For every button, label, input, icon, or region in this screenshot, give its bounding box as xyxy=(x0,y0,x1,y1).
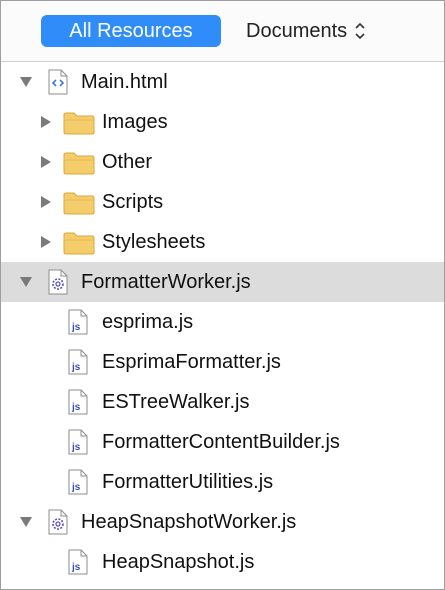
resources-panel: All Resources Documents Main.html Images… xyxy=(0,0,445,590)
folder-icon xyxy=(63,152,95,175)
disclosure-collapsed-icon[interactable] xyxy=(39,235,53,249)
tree-label: Images xyxy=(102,111,168,133)
all-resources-button[interactable]: All Resources xyxy=(41,15,221,47)
tree-row-esprima-js[interactable]: js esprima.js xyxy=(1,302,444,342)
javascript-file-icon: js xyxy=(68,349,88,375)
resources-header: All Resources Documents xyxy=(1,1,444,62)
svg-text:js: js xyxy=(71,442,81,453)
disclosure-expanded-icon[interactable] xyxy=(19,515,33,529)
documents-select-label: Documents xyxy=(246,20,348,42)
tree-label: FormatterWorker.js xyxy=(81,271,251,293)
javascript-file-icon: js xyxy=(68,549,88,575)
tree-label: HeapSnapshot.js xyxy=(102,551,255,573)
tree-row-images-folder[interactable]: Images xyxy=(1,102,444,142)
tree-label: Main.html xyxy=(81,71,168,93)
tree-row-other-folder[interactable]: Other xyxy=(1,142,444,182)
folder-icon xyxy=(63,192,95,215)
disclosure-collapsed-icon[interactable] xyxy=(39,115,53,129)
svg-text:js: js xyxy=(71,482,81,493)
disclosure-collapsed-icon[interactable] xyxy=(39,195,53,209)
tree-label: Stylesheets xyxy=(102,231,206,253)
tree-label: ESTreeWalker.js xyxy=(102,391,250,413)
folder-icon xyxy=(63,112,95,135)
javascript-file-icon: js xyxy=(68,309,88,335)
tree-label: HeapSnapshotWorker.js xyxy=(81,511,297,533)
svg-text:js: js xyxy=(71,362,81,373)
tree-label: FormatterContentBuilder.js xyxy=(102,431,340,453)
tree-row-formatter-utilities-js[interactable]: js FormatterUtilities.js xyxy=(1,462,444,502)
worker-gear-icon xyxy=(48,269,68,295)
worker-gear-icon xyxy=(48,509,68,535)
tree-row-estreewalker-js[interactable]: js ESTreeWalker.js xyxy=(1,382,444,422)
folder-icon xyxy=(63,232,95,255)
disclosure-collapsed-icon[interactable] xyxy=(39,155,53,169)
tree-row-main-html[interactable]: Main.html xyxy=(1,62,444,102)
javascript-file-icon: js xyxy=(68,469,88,495)
documents-select[interactable]: Documents xyxy=(246,15,365,47)
javascript-file-icon: js xyxy=(68,389,88,415)
html-document-icon xyxy=(48,69,68,95)
disclosure-expanded-icon[interactable] xyxy=(19,275,33,289)
tree-row-formatter-worker[interactable]: FormatterWorker.js xyxy=(1,262,444,302)
tree-row-heap-snapshot-js[interactable]: js HeapSnapshot.js xyxy=(1,542,444,582)
tree-label: esprima.js xyxy=(102,311,194,333)
tree-row-formatter-content-builder-js[interactable]: js FormatterContentBuilder.js xyxy=(1,422,444,462)
svg-text:js: js xyxy=(71,322,81,333)
up-down-chevron-icon xyxy=(355,22,365,40)
svg-text:js: js xyxy=(71,562,81,573)
tree-row-scripts-folder[interactable]: Scripts xyxy=(1,182,444,222)
javascript-file-icon: js xyxy=(68,429,88,455)
tree-row-heap-snapshot-worker[interactable]: HeapSnapshotWorker.js xyxy=(1,502,444,542)
svg-text:js: js xyxy=(71,402,81,413)
tree-label: Scripts xyxy=(102,191,164,213)
tree-row-esprima-formatter-js[interactable]: js EsprimaFormatter.js xyxy=(1,342,444,382)
tree-label: Other xyxy=(102,151,153,173)
disclosure-expanded-icon[interactable] xyxy=(19,75,33,89)
tree-label: EsprimaFormatter.js xyxy=(102,351,281,373)
tree-label: FormatterUtilities.js xyxy=(102,471,274,493)
tree-row-stylesheets-folder[interactable]: Stylesheets xyxy=(1,222,444,262)
